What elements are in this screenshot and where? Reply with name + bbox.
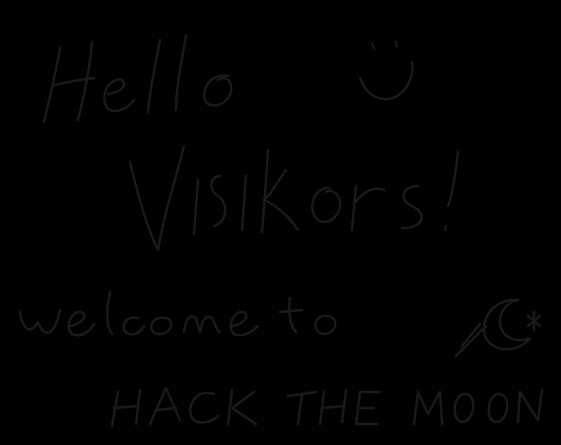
ink-group xyxy=(18,34,544,428)
handwritten-note-canvas: Hello Visitors! Welcome to HACK THE MOON xyxy=(0,0,561,445)
handwriting-hack-the-moon xyxy=(110,386,544,428)
handwriting-hello xyxy=(42,34,233,124)
handwriting-welcome-to xyxy=(18,290,337,337)
handwriting-drawing xyxy=(18,34,544,428)
handwriting-visitors xyxy=(128,144,460,252)
crescent-moon-with-star-icon xyxy=(454,298,542,358)
smiley-face-icon xyxy=(358,40,414,101)
